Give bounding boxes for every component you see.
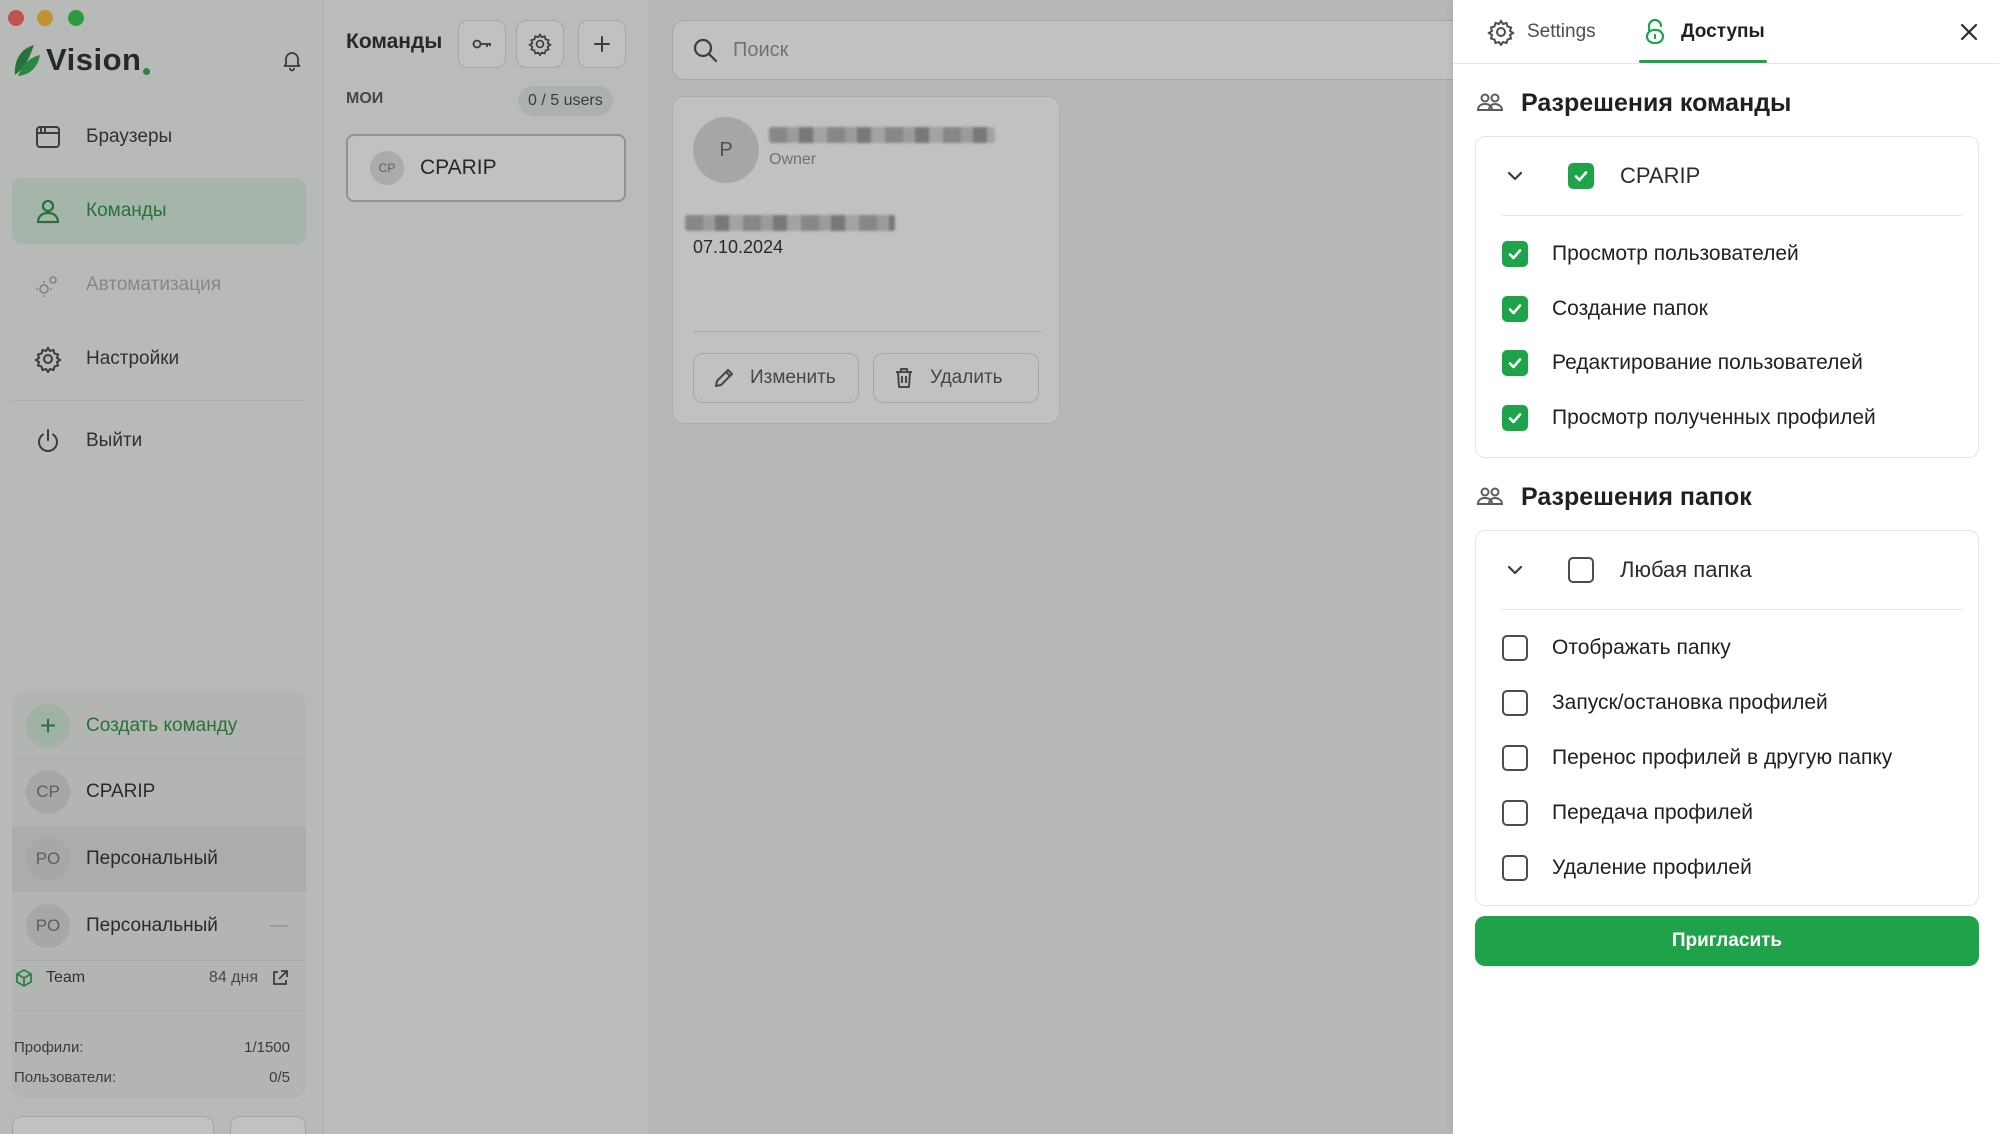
chevron-down-icon[interactable] — [1502, 557, 1528, 583]
permission-checkbox[interactable] — [1502, 241, 1528, 267]
close-icon — [1960, 23, 1978, 41]
permissions-drawer: Settings Доступы Разрешения команды CPAR… — [1453, 0, 1999, 1134]
folder-permissions-title-text: Разрешения папок — [1521, 482, 1752, 511]
permission-row[interactable]: Передача профилей — [1502, 798, 1972, 828]
team-permissions-box: CPARIP Просмотр пользователей Создание п… — [1475, 136, 1979, 458]
permission-checkbox[interactable] — [1502, 350, 1528, 376]
check-icon — [1508, 358, 1522, 369]
drawer-tabs: Settings Доступы — [1453, 0, 1999, 64]
check-icon — [1574, 171, 1588, 182]
group-divider — [1502, 215, 1962, 216]
team-permissions-title-text: Разрешения команды — [1521, 88, 1792, 117]
team-group-checkbox[interactable] — [1568, 163, 1594, 189]
team-permissions-title: Разрешения команды — [1475, 88, 1791, 118]
group-divider — [1502, 609, 1962, 610]
check-icon — [1508, 304, 1522, 315]
permission-row[interactable]: Просмотр пользователей — [1502, 239, 1972, 269]
permission-row[interactable]: Перенос профилей в другую папку — [1502, 743, 1972, 773]
permission-label: Создание папок — [1552, 297, 1708, 320]
permission-row[interactable]: Создание папок — [1502, 294, 1972, 324]
permission-row[interactable]: Редактирование пользователей — [1502, 348, 1972, 378]
permission-label: Удаление профилей — [1552, 856, 1752, 879]
permission-checkbox[interactable] — [1502, 635, 1528, 661]
permission-label: Передача профилей — [1552, 801, 1753, 824]
folder-permission-group: Любая папка — [1476, 531, 1978, 609]
permission-row[interactable]: Отображать папку — [1502, 633, 1972, 663]
folder-group-checkbox[interactable] — [1568, 557, 1594, 583]
check-icon — [1508, 413, 1522, 424]
permission-checkbox[interactable] — [1502, 800, 1528, 826]
active-tab-indicator — [1639, 60, 1767, 63]
folder-group-label: Любая папка — [1620, 557, 1752, 582]
permission-label: Просмотр пользователей — [1552, 242, 1799, 265]
modal-overlay[interactable] — [0, 0, 1453, 1134]
users-icon — [1476, 487, 1504, 505]
permission-row[interactable]: Запуск/остановка профилей — [1502, 688, 1972, 718]
lock-icon — [1645, 18, 1665, 45]
permission-row[interactable]: Удаление профилей — [1502, 853, 1972, 883]
users-icon — [1476, 93, 1504, 111]
folder-permissions-title: Разрешения папок — [1475, 482, 1752, 512]
permission-label: Запуск/остановка профилей — [1552, 691, 1828, 714]
check-icon — [1508, 249, 1522, 260]
permission-label: Отображать папку — [1552, 636, 1731, 659]
permission-label: Перенос профилей в другую папку — [1552, 746, 1893, 769]
permission-label: Просмотр полученных профилей — [1552, 406, 1876, 429]
permission-checkbox[interactable] — [1502, 745, 1528, 771]
chevron-down-icon[interactable] — [1502, 163, 1528, 189]
team-group-label: CPARIP — [1620, 163, 1701, 188]
tab-settings[interactable]: Settings — [1487, 0, 1596, 64]
gear-icon — [1487, 19, 1515, 46]
folder-permissions-box: Любая папка Отображать папку Запуск/оста… — [1475, 530, 1979, 906]
permission-checkbox[interactable] — [1502, 405, 1528, 431]
close-drawer-button[interactable] — [1953, 16, 1985, 48]
invite-button[interactable]: Пригласить — [1475, 916, 1979, 966]
permission-label: Редактирование пользователей — [1552, 351, 1863, 374]
team-permission-group: CPARIP — [1476, 137, 1978, 215]
tab-access[interactable]: Доступы — [1641, 0, 1765, 64]
app-window: Vision Браузеры Команды Автоматизация На… — [0, 0, 1999, 1134]
permission-row[interactable]: Просмотр полученных профилей — [1502, 403, 1972, 433]
permission-checkbox[interactable] — [1502, 690, 1528, 716]
permission-checkbox[interactable] — [1502, 296, 1528, 322]
permission-checkbox[interactable] — [1502, 855, 1528, 881]
tab-access-label: Доступы — [1681, 21, 1765, 42]
tab-settings-label: Settings — [1527, 21, 1596, 42]
